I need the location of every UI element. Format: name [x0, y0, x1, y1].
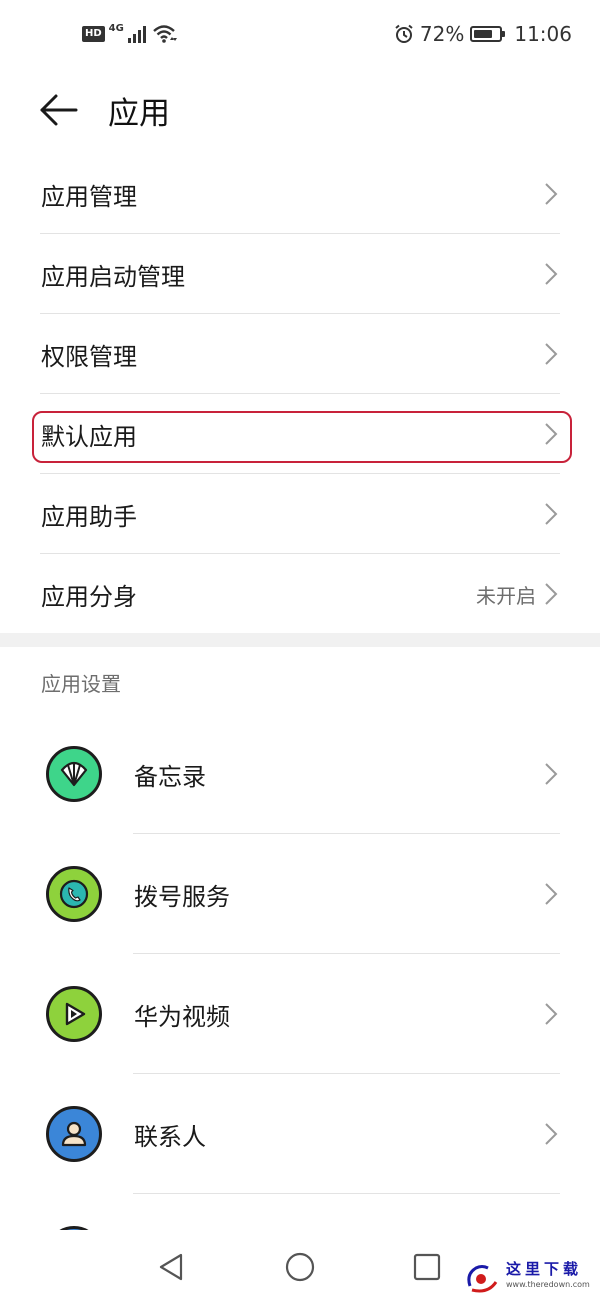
status-bar: HD 4G 72% 11:06 [0, 0, 600, 76]
alarm-icon [395, 24, 413, 43]
status-right: 72% 11:06 [394, 22, 572, 46]
chevron-right-icon [545, 263, 558, 285]
settings-list: 应用管理 应用启动管理 权限管理 默认应用 应用助手 应用分身 未开启 [0, 154, 600, 634]
watermark: 这里下载 www.theredown.com [462, 1256, 594, 1296]
app-item-huawei-video[interactable]: 华为视频 [0, 954, 600, 1074]
memo-icon [46, 746, 102, 802]
menu-item-label: 应用助手 [41, 502, 137, 531]
status-left: HD 4G [82, 22, 178, 44]
app-item-label: 拨号服务 [134, 882, 230, 911]
menu-item-app-assistant[interactable]: 应用助手 [0, 474, 600, 554]
menu-item-app-management[interactable]: 应用管理 [0, 154, 600, 234]
phone-icon [46, 866, 102, 922]
menu-item-app-launch[interactable]: 应用启动管理 [0, 234, 600, 314]
app-item-dialer[interactable]: 拨号服务 [0, 834, 600, 954]
chevron-right-icon [545, 1003, 558, 1025]
app-item-contacts[interactable]: 联系人 [0, 1074, 600, 1194]
contact-icon [46, 1106, 102, 1162]
section-separator [0, 633, 600, 647]
signal-icon [127, 26, 146, 43]
app-settings-list: 备忘录 拨号服务 华为视频 联系人 [0, 714, 600, 1230]
app-item-partial[interactable] [0, 1194, 600, 1230]
wifi-icon [153, 25, 177, 43]
chevron-right-icon [545, 1123, 558, 1145]
back-button[interactable] [38, 86, 86, 134]
square-recents-icon [413, 1253, 441, 1281]
app-item-label: 华为视频 [134, 1002, 230, 1031]
app-bar: 应用 [0, 76, 600, 146]
app-item-label: 备忘录 [134, 762, 206, 791]
app-item-memo[interactable]: 备忘录 [0, 714, 600, 834]
chevron-right-icon [545, 343, 558, 365]
menu-item-label: 应用启动管理 [41, 262, 185, 291]
nav-back-button[interactable] [154, 1250, 188, 1284]
chevron-right-icon [545, 503, 558, 525]
chevron-right-icon [545, 583, 558, 605]
chevron-right-icon [545, 883, 558, 905]
clock: 11:06 [514, 22, 572, 46]
video-play-icon [46, 986, 102, 1042]
menu-item-label: 权限管理 [41, 342, 137, 371]
chevron-right-icon [545, 763, 558, 785]
watermark-text: 这里下载 [506, 1260, 583, 1278]
menu-item-default-apps[interactable]: 默认应用 [0, 394, 600, 474]
menu-item-label: 应用管理 [41, 182, 137, 211]
menu-item-permissions[interactable]: 权限管理 [0, 314, 600, 394]
battery-icon [470, 26, 506, 42]
hd-badge: HD [82, 26, 105, 42]
chevron-right-icon [545, 183, 558, 205]
menu-item-app-twin[interactable]: 应用分身 未开启 [0, 554, 600, 634]
back-arrow-icon [40, 94, 78, 126]
battery-percent: 72% [419, 22, 465, 46]
watermark-logo-icon [467, 1265, 498, 1293]
chevron-right-icon [545, 423, 558, 445]
battery-level-fill [474, 30, 492, 38]
nav-recents-button[interactable] [410, 1250, 444, 1284]
network-label: 4G [108, 22, 124, 34]
nav-home-button[interactable] [283, 1250, 317, 1284]
menu-item-label: 应用分身 [41, 582, 137, 611]
menu-item-value: 未开启 [476, 583, 536, 608]
triangle-back-icon [159, 1253, 183, 1281]
app-item-label: 联系人 [134, 1122, 206, 1151]
watermark-url: www.theredown.com [506, 1280, 590, 1289]
circle-home-icon [285, 1252, 315, 1282]
section-header-app-settings: 应用设置 [41, 672, 121, 696]
page-title: 应用 [108, 96, 170, 132]
app-icon [46, 1226, 102, 1230]
menu-item-label: 默认应用 [41, 422, 137, 451]
